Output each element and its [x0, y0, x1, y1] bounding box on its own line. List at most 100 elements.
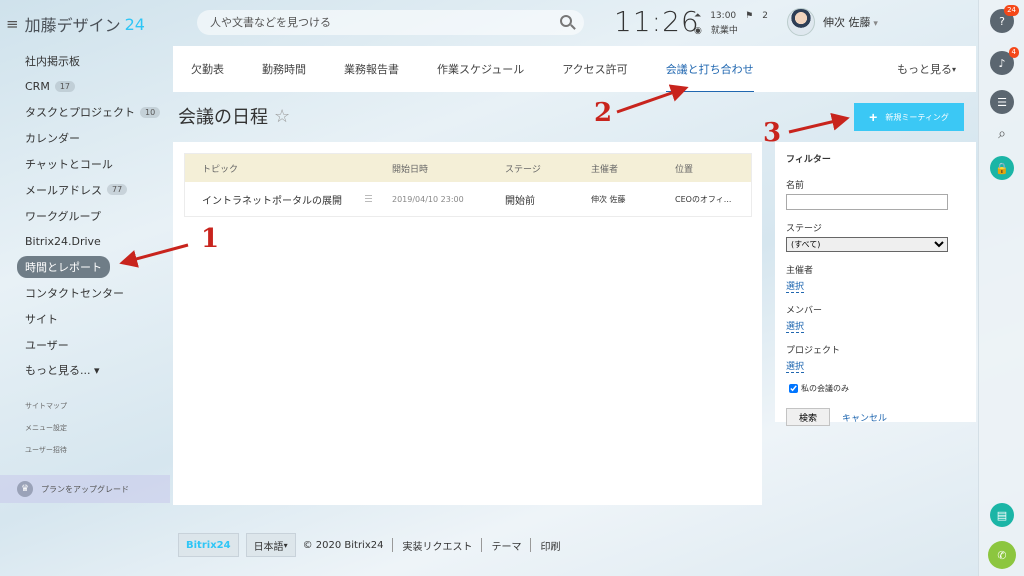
sidebar-item-tasks[interactable]: タスクとプロジェクト 10: [0, 100, 170, 126]
sidebar-item-time-reports[interactable]: 時間とレポート: [0, 254, 170, 280]
language-select[interactable]: 日本語: [245, 533, 296, 557]
table-header: トピック 開始日時 ステージ 主催者 位置: [185, 154, 751, 182]
my-meetings-checkbox[interactable]: 私の会議のみ: [789, 383, 965, 394]
tab-meetings[interactable]: 会議と打ち合わせ: [665, 46, 754, 92]
search-icon[interactable]: [560, 15, 572, 27]
lock-icon[interactable]: 🔒: [990, 156, 1014, 180]
sidebar-item-drive[interactable]: Bitrix24.Drive: [0, 229, 170, 255]
sidebar-item-label: タスクとプロジェクト: [25, 106, 135, 120]
help-icon[interactable]: ? 24: [990, 5, 1019, 33]
sidebar-item-news[interactable]: 社内掲示板: [0, 48, 170, 74]
my-meetings-check[interactable]: [789, 384, 798, 393]
tab-work-reports[interactable]: 業務報告書: [344, 46, 399, 92]
clock-info[interactable]: ⏶ 13:00 ⚑ 2 ◉ 就業中: [694, 9, 777, 39]
search-input[interactable]: [210, 16, 550, 29]
sidebar-item-label: もっと見る... ▾: [25, 364, 100, 378]
sidebar-item-label: 社内掲示板: [25, 54, 80, 68]
sidebar-item-calendar[interactable]: カレンダー: [0, 125, 170, 151]
portal-logo[interactable]: ≡ 加藤デザイン 24: [6, 12, 145, 36]
filter-search-button[interactable]: 検索: [786, 408, 831, 426]
filter-cancel-link[interactable]: キャンセル: [842, 411, 887, 424]
user-name[interactable]: 伸次 佐藤: [823, 14, 878, 30]
sidebar-item-contact-center[interactable]: コンタクトセンター: [0, 280, 170, 306]
arrow-2: [616, 84, 689, 114]
name-field[interactable]: [786, 194, 948, 210]
avatar[interactable]: [787, 8, 815, 36]
member-select-link[interactable]: 選択: [786, 319, 805, 333]
hamburger-menu-icon[interactable]: ≡: [6, 15, 19, 33]
sidebar-item-label: ユーザー: [25, 338, 69, 352]
tab-work-time[interactable]: 勤務時間: [262, 46, 306, 92]
sidebar-item-users[interactable]: ユーザー: [0, 332, 170, 358]
meetings-table: トピック 開始日時 ステージ 主催者 位置 イントラネットポータルの展開 201…: [184, 153, 752, 217]
upgrade-plan-button[interactable]: ♛ プランをアップグレード: [0, 475, 170, 503]
stage-label: ステージ: [786, 224, 822, 234]
tab-permissions[interactable]: アクセス許可: [562, 46, 627, 92]
divider: [392, 538, 394, 552]
document-icon[interactable]: ▤: [990, 503, 1014, 527]
print-link[interactable]: 印刷: [540, 538, 560, 553]
filter-title: フィルター: [786, 155, 831, 165]
logo-number: 24: [124, 14, 145, 34]
user-menu[interactable]: 伸次 佐藤: [787, 8, 878, 36]
copyright: © 2020 Bitrix24: [302, 539, 384, 551]
sidebar-item-chat[interactable]: チャットとコール: [0, 151, 170, 177]
sitemap-link[interactable]: サイトマップ: [0, 395, 170, 417]
sidebar-item-label: コンタクトセンター: [25, 287, 124, 301]
footer: Bitrix24 日本語 © 2020 Bitrix24 実装リクエスト テーマ…: [178, 533, 560, 557]
col-host[interactable]: 主催者: [591, 162, 618, 175]
clock[interactable]: 11:26: [614, 5, 700, 38]
theme-link[interactable]: テーマ: [491, 538, 521, 553]
table-row[interactable]: イントラネットポータルの展開 2019/04/10 23:00 開始前 伸次 佐…: [185, 182, 751, 216]
filter-panel: フィルター 名前 ステージ (すべて) 主催者 選択 メンバー 選択 プロジェク…: [775, 142, 976, 426]
sidebar: 社内掲示板 CRM 17 タスクとプロジェクト 10 カレンダー チャットとコール …: [0, 48, 170, 461]
divider: [530, 538, 532, 552]
sidebar-item-label: メールアドレス: [25, 183, 102, 197]
member-label: メンバー: [786, 306, 823, 316]
request-link[interactable]: 実装リクエスト: [402, 538, 472, 553]
sidebar-item-label: CRM: [25, 80, 50, 94]
tab-more[interactable]: もっと見る: [897, 46, 956, 92]
tab-schedule[interactable]: 作業スケジュール: [437, 46, 524, 92]
crown-icon: ♛: [17, 481, 33, 497]
sidebar-item-workgroups[interactable]: ワークグループ: [0, 203, 170, 229]
col-stage[interactable]: ステージ: [505, 162, 541, 175]
invite-users-link[interactable]: ユーザー招待: [0, 439, 170, 461]
page-title: 会議の日程: [178, 107, 268, 128]
status-icon: ◉: [694, 26, 702, 36]
chat-icon[interactable]: ☰: [990, 90, 1014, 114]
host-select-link[interactable]: 選択: [786, 279, 805, 293]
cell-start: 2019/04/10 23:00: [392, 194, 464, 204]
tab-absence[interactable]: 欠勤表: [191, 46, 224, 92]
sidebar-item-more[interactable]: もっと見る... ▾: [0, 358, 170, 384]
sidebar-item-sites[interactable]: サイト: [0, 306, 170, 332]
alarm-icon: ⏶: [694, 11, 702, 21]
work-status: 就業中: [710, 26, 738, 36]
search-rail-icon[interactable]: ⌕: [990, 122, 1014, 146]
cell-topic[interactable]: イントラネットポータルの展開: [202, 192, 342, 207]
row-menu-icon[interactable]: [365, 195, 372, 202]
top-bar: ≡ 加藤デザイン 24 11:26 ⏶ 13:00 ⚑ 2 ◉ 就業中 伸次 佐藤: [0, 0, 978, 44]
tab-bar: 欠勤表 勤務時間 業務報告書 作業スケジュール アクセス許可 会議と打ち合わせ …: [173, 46, 976, 92]
name-label: 名前: [786, 181, 805, 191]
my-meetings-label: 私の会議のみ: [801, 384, 849, 393]
star-icon[interactable]: ☆: [274, 106, 290, 127]
annotation-3: 3: [763, 118, 782, 148]
sidebar-item-crm[interactable]: CRM 17: [0, 74, 170, 100]
col-location[interactable]: 位置: [675, 162, 693, 175]
col-start[interactable]: 開始日時: [392, 162, 428, 175]
menu-settings-link[interactable]: メニュー設定: [0, 417, 170, 439]
new-meeting-button[interactable]: + 新規ミーティング: [854, 103, 964, 131]
col-topic[interactable]: トピック: [202, 162, 238, 175]
flag-icon: ⚑: [745, 11, 754, 21]
stage-select[interactable]: (すべて): [786, 237, 948, 252]
sidebar-item-mail[interactable]: メールアドレス 77: [0, 177, 170, 203]
annotation-2: 2: [594, 98, 613, 128]
search-bar[interactable]: [197, 10, 584, 35]
bell-icon[interactable]: ♪ 4: [990, 47, 1019, 75]
count-badge: 77: [107, 184, 128, 196]
project-select-link[interactable]: 選択: [786, 359, 805, 373]
sidebar-item-label: カレンダー: [25, 132, 80, 146]
phone-icon[interactable]: ✆: [988, 541, 1016, 569]
footer-logo[interactable]: Bitrix24: [178, 533, 239, 557]
